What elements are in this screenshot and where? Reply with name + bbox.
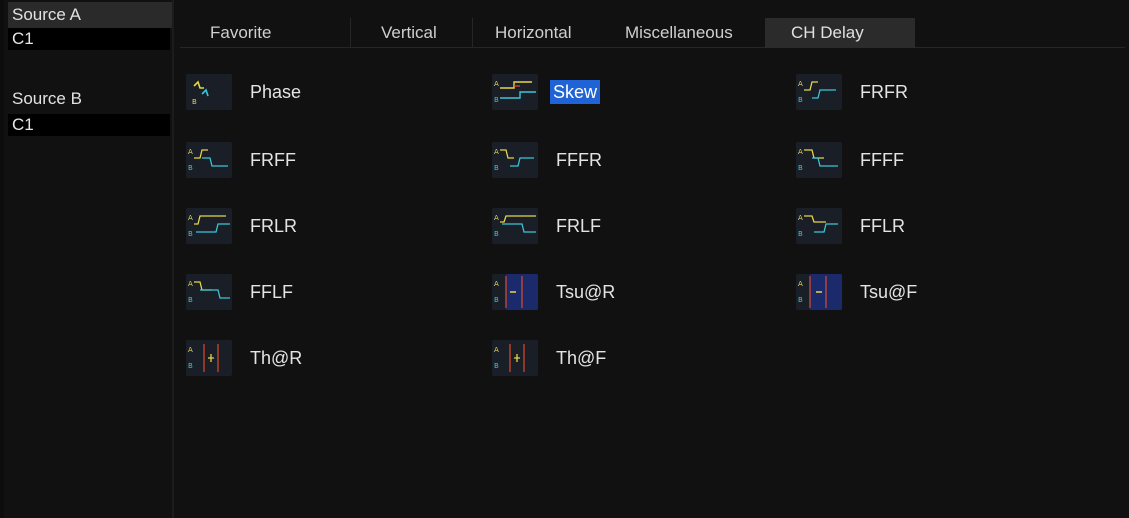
phase-icon: B [186, 74, 232, 110]
svg-text:A: A [188, 148, 193, 156]
measure-label: Phase [250, 82, 302, 102]
measure-item-th-r[interactable]: AB Th@R [186, 338, 302, 378]
svg-text:B: B [494, 230, 499, 238]
tab-miscellaneous[interactable]: Miscellaneous [625, 18, 785, 48]
svg-text:A: A [188, 214, 193, 222]
measure-item-th-f[interactable]: AB Th@F [492, 338, 606, 378]
svg-text:A: A [798, 280, 803, 288]
measure-label: FFFR [556, 150, 602, 170]
measure-item-frff[interactable]: AB FRFF [186, 140, 296, 180]
measure-item-frfr[interactable]: AB FRFR [796, 72, 908, 112]
frlr-icon: AB [186, 208, 232, 244]
svg-text:B: B [798, 230, 803, 238]
frfr-icon: AB [796, 74, 842, 110]
source-a-label: Source A [8, 2, 172, 28]
hold-fall-icon: AB [492, 340, 538, 376]
source-a-select[interactable]: C1 [8, 28, 170, 50]
fflr-icon: AB [796, 208, 842, 244]
category-tabs: Favorite Vertical Horizontal Miscellaneo… [180, 18, 1125, 48]
svg-text:B: B [494, 362, 499, 370]
svg-text:B: B [188, 362, 193, 370]
svg-text:A: A [494, 80, 499, 88]
setup-fall-icon: AB [796, 274, 842, 310]
measure-item-tsu-f[interactable]: AB Tsu@F [796, 272, 917, 312]
measure-label: FFLF [250, 282, 293, 302]
measure-item-fflr[interactable]: AB FFLR [796, 206, 905, 246]
skew-icon: AB [492, 74, 538, 110]
svg-text:A: A [494, 148, 499, 156]
measure-label: FRLR [250, 216, 298, 236]
svg-text:B: B [798, 96, 803, 104]
svg-text:B: B [188, 164, 193, 172]
svg-text:A: A [188, 280, 193, 288]
measure-label: FRFR [860, 82, 908, 102]
svg-text:A: A [798, 214, 803, 222]
source-b-label: Source B [12, 89, 82, 108]
measure-item-fflf[interactable]: AB FFLF [186, 272, 293, 312]
svg-text:A: A [188, 346, 193, 354]
source-panel: Source A C1 Source B C1 [4, 0, 174, 518]
ffff-icon: AB [796, 142, 842, 178]
measure-item-frlf[interactable]: AB FRLF [492, 206, 601, 246]
setup-rise-icon: AB [492, 274, 538, 310]
measure-label: Th@F [556, 348, 607, 368]
source-b-select[interactable]: C1 [8, 114, 170, 136]
measure-item-fffr[interactable]: AB FFFR [492, 140, 602, 180]
tab-ch-delay[interactable]: CH Delay [765, 18, 915, 48]
svg-text:A: A [494, 214, 499, 222]
svg-text:B: B [798, 164, 803, 172]
measure-label: Tsu@R [556, 282, 616, 302]
measure-item-phase[interactable]: B Phase [186, 72, 301, 112]
svg-text:A: A [798, 80, 803, 88]
svg-text:B: B [188, 296, 193, 304]
svg-text:B: B [188, 230, 193, 238]
measure-label: Skew [550, 80, 601, 104]
measure-label: FRLF [556, 216, 601, 236]
svg-text:A: A [798, 148, 803, 156]
measure-label: Tsu@F [860, 282, 918, 302]
measure-item-tsu-r[interactable]: AB Tsu@R [492, 272, 615, 312]
svg-text:B: B [494, 164, 499, 172]
measure-item-skew[interactable]: AB Skew [492, 72, 601, 112]
fffr-icon: AB [492, 142, 538, 178]
tab-vertical[interactable]: Vertical [350, 18, 470, 48]
svg-text:B: B [494, 96, 499, 104]
svg-text:B: B [798, 296, 803, 304]
svg-text:B: B [494, 296, 499, 304]
measure-label: FRFF [250, 150, 296, 170]
measure-label: FFFF [860, 150, 904, 170]
measure-item-frlr[interactable]: AB FRLR [186, 206, 297, 246]
svg-text:A: A [494, 346, 499, 354]
fflf-icon: AB [186, 274, 232, 310]
measure-label: Th@R [250, 348, 303, 368]
measure-item-ffff[interactable]: AB FFFF [796, 140, 904, 180]
svg-text:B: B [192, 98, 197, 106]
svg-text:A: A [494, 280, 499, 288]
measure-label: FFLR [860, 216, 905, 236]
tab-favorite[interactable]: Favorite [180, 18, 350, 48]
frff-icon: AB [186, 142, 232, 178]
frlf-icon: AB [492, 208, 538, 244]
hold-rise-icon: AB [186, 340, 232, 376]
